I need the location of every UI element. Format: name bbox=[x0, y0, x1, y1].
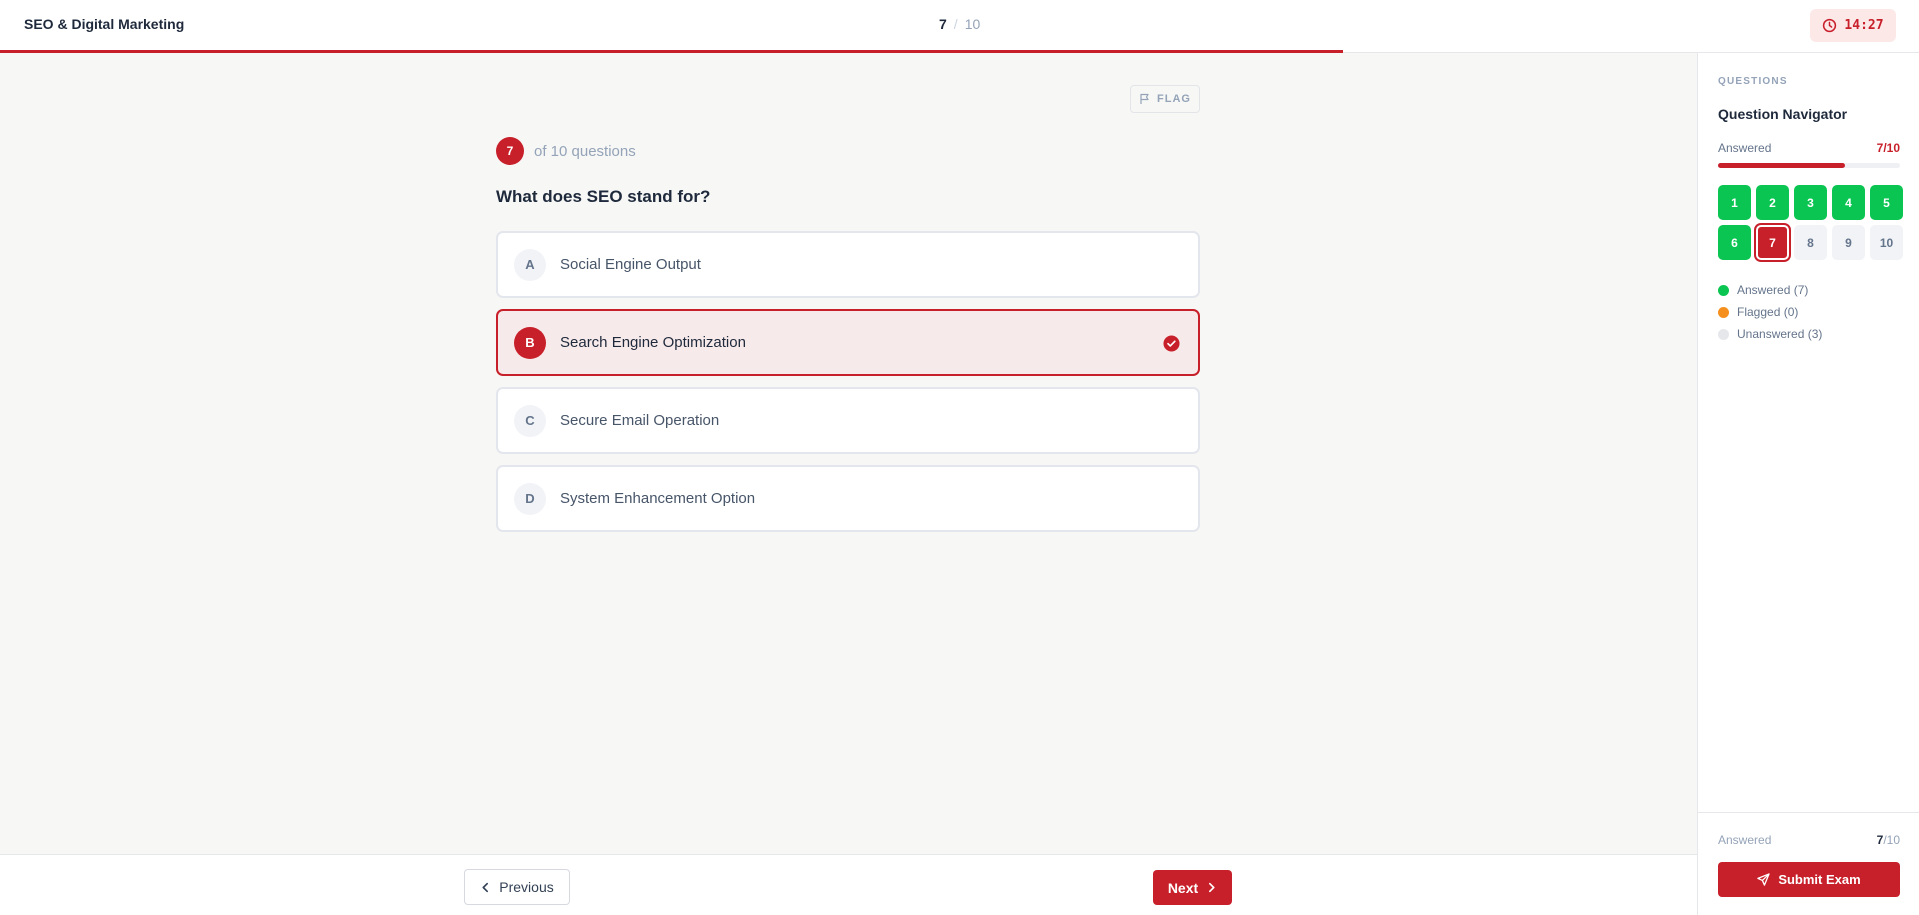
legend-item-unanswered: Unanswered (3) bbox=[1718, 323, 1822, 345]
clock-icon bbox=[1823, 18, 1837, 33]
legend-label: Flagged (0) bbox=[1737, 305, 1799, 319]
legend-item-flagged: Flagged (0) bbox=[1718, 301, 1822, 323]
timer-value: 14:27 bbox=[1844, 18, 1884, 33]
answered-summary: Answered 7/10 bbox=[1718, 141, 1900, 155]
question-button-8[interactable]: 8 bbox=[1794, 225, 1827, 260]
option-text: Secure Email Operation bbox=[560, 412, 720, 429]
option-letter: C bbox=[514, 404, 546, 437]
option-b[interactable]: B Search Engine Optimization bbox=[496, 309, 1200, 376]
sidebar-title: Question Navigator bbox=[1718, 106, 1848, 122]
option-text: System Enhancement Option bbox=[560, 490, 756, 507]
question-text: What does SEO stand for? bbox=[496, 187, 711, 206]
sidebar-section-label: QUESTIONS bbox=[1718, 76, 1788, 87]
option-text: Social Engine Output bbox=[560, 256, 701, 273]
chevron-left-icon bbox=[482, 882, 489, 892]
next-button[interactable]: Next bbox=[1153, 870, 1232, 905]
question-grid: 1 2 3 4 5 6 7 8 9 10 bbox=[1718, 185, 1904, 260]
sidebar-footer: Answered 7/10 Submit Exam bbox=[1698, 812, 1919, 915]
counter-total: 10 bbox=[964, 16, 981, 32]
legend-label: Answered (7) bbox=[1737, 283, 1809, 297]
answered-progress-fill bbox=[1718, 163, 1846, 168]
question-navigator-sidebar: QUESTIONS Question Navigator Answered 7/… bbox=[1697, 53, 1919, 915]
question-of-text: of 10 questions bbox=[534, 142, 636, 160]
legend-dot-answered bbox=[1718, 284, 1729, 296]
legend-dot-flagged bbox=[1718, 306, 1729, 318]
previous-label: Previous bbox=[499, 879, 554, 895]
answered-label: Answered bbox=[1718, 141, 1772, 155]
submit-exam-label: Submit Exam bbox=[1778, 872, 1861, 887]
footer-answered-label: Answered bbox=[1718, 833, 1772, 847]
legend-label: Unanswered (3) bbox=[1737, 327, 1823, 341]
exam-title: SEO & Digital Marketing bbox=[24, 16, 185, 32]
counter-separator: / bbox=[953, 16, 958, 32]
option-d[interactable]: D System Enhancement Option bbox=[496, 465, 1200, 532]
send-icon bbox=[1757, 873, 1771, 886]
legend-dot-unanswered bbox=[1718, 328, 1729, 340]
option-letter: B bbox=[514, 326, 546, 359]
bottom-nav-bar: Previous Next bbox=[0, 854, 1697, 915]
question-button-9[interactable]: 9 bbox=[1832, 225, 1865, 260]
question-button-10[interactable]: 10 bbox=[1870, 225, 1903, 260]
option-c[interactable]: C Secure Email Operation bbox=[496, 387, 1200, 454]
question-button-3[interactable]: 3 bbox=[1794, 185, 1827, 220]
answered-value: 7/10 bbox=[1876, 141, 1900, 155]
footer-answered-value: 7/10 bbox=[1877, 833, 1900, 847]
question-button-7[interactable]: 7 bbox=[1756, 225, 1789, 260]
option-letter: A bbox=[514, 248, 546, 281]
option-text: Search Engine Optimization bbox=[560, 334, 746, 351]
question-button-1[interactable]: 1 bbox=[1718, 185, 1751, 220]
flag-label: FLAG bbox=[1157, 93, 1191, 105]
option-a[interactable]: A Social Engine Output bbox=[496, 231, 1200, 298]
legend-item-answered: Answered (7) bbox=[1718, 279, 1822, 301]
option-letter: D bbox=[514, 482, 546, 515]
answered-progress-bar bbox=[1718, 163, 1900, 168]
question-button-2[interactable]: 2 bbox=[1756, 185, 1789, 220]
timer-badge: 14:27 bbox=[1810, 9, 1896, 42]
answer-options: A Social Engine Output B Search Engine O… bbox=[496, 231, 1200, 543]
question-counter: 7 / 10 bbox=[939, 16, 980, 32]
footer-answered-summary: Answered 7/10 bbox=[1718, 833, 1900, 847]
flag-icon bbox=[1140, 93, 1149, 104]
previous-button[interactable]: Previous bbox=[464, 869, 570, 905]
status-legend: Answered (7) Flagged (0) Unanswered (3) bbox=[1718, 279, 1822, 345]
counter-current: 7 bbox=[939, 16, 947, 32]
top-bar: SEO & Digital Marketing 7 / 10 14:27 bbox=[0, 0, 1919, 53]
question-number-badge: 7 bbox=[496, 137, 524, 165]
flag-button[interactable]: FLAG bbox=[1130, 85, 1200, 113]
check-circle-icon bbox=[1163, 335, 1180, 352]
question-button-6[interactable]: 6 bbox=[1718, 225, 1751, 260]
question-button-4[interactable]: 4 bbox=[1832, 185, 1865, 220]
chevron-right-icon bbox=[1209, 882, 1215, 893]
question-meta: 7 of 10 questions bbox=[496, 137, 636, 165]
submit-exam-button[interactable]: Submit Exam bbox=[1718, 862, 1900, 897]
exam-progress-bar bbox=[0, 50, 1344, 53]
question-button-5[interactable]: 5 bbox=[1870, 185, 1903, 220]
footer-answered-total: /10 bbox=[1883, 833, 1900, 847]
next-label: Next bbox=[1167, 879, 1199, 896]
